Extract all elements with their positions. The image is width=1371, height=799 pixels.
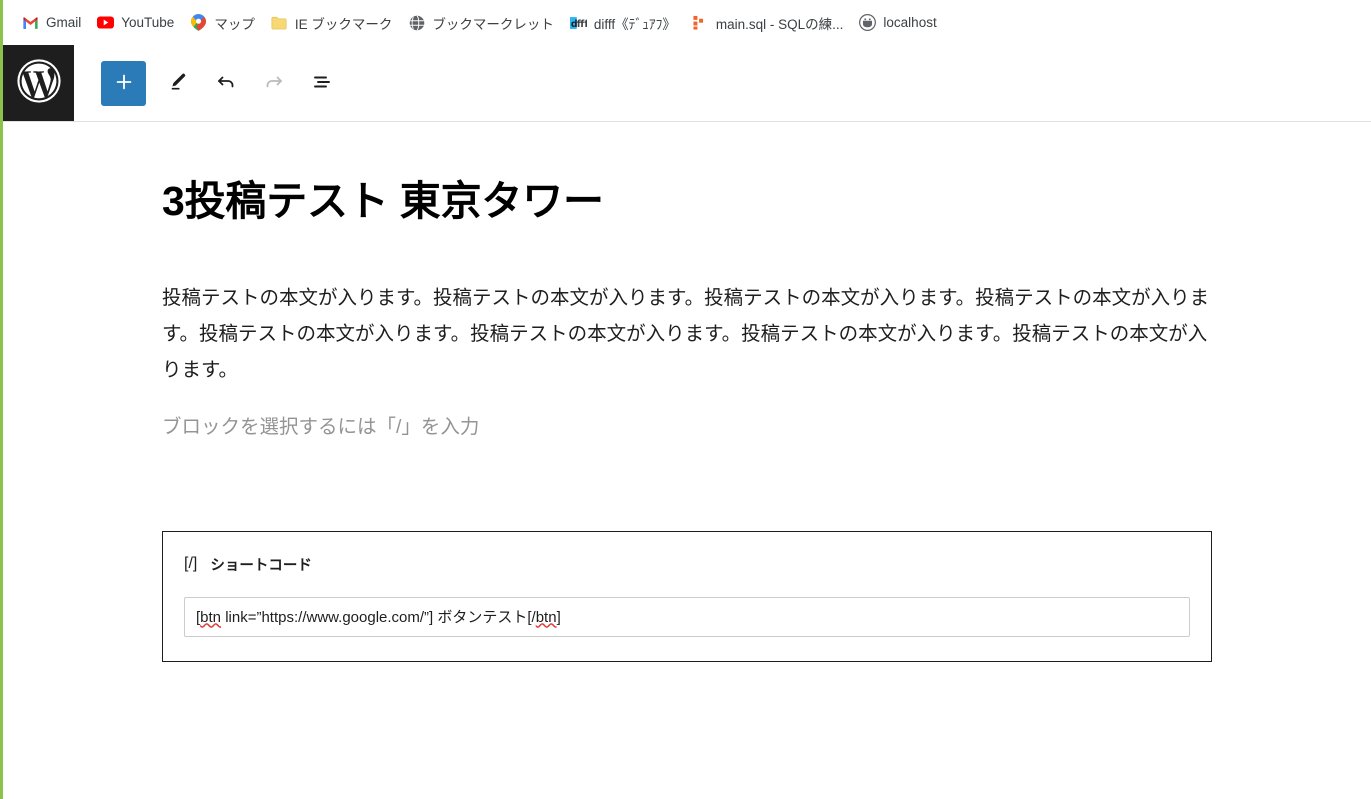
bookmark-label: ブックマークレット (432, 16, 554, 32)
bookmark-youtube[interactable]: YouTube (89, 10, 182, 35)
browser-left-edge-strip (0, 0, 3, 799)
wordpress-block-editor-window: Gmail YouTube マップ IE ブックマーク ブックマークレット d … (0, 0, 1371, 799)
globe-icon (408, 14, 425, 31)
bookmark-label: YouTube (121, 15, 175, 30)
empty-block-placeholder[interactable]: ブロックを選択するには「/」を入力 (162, 409, 1212, 445)
svg-text:ffff: ffff (577, 18, 587, 29)
shortcode-block-title: ショートコード (210, 557, 312, 574)
bookmark-label: IE ブックマーク (294, 16, 393, 32)
undo-icon (214, 70, 238, 97)
shortcode-value-middle: link=”https://www.google.com/”] ボタンテスト[/ (221, 608, 536, 626)
list-view-icon (310, 70, 334, 97)
post-title[interactable]: 3投稿テスト 東京タワー (162, 168, 1212, 235)
redo-button[interactable] (250, 59, 298, 107)
bookmark-bookmarklet[interactable]: ブックマークレット (400, 9, 562, 37)
bookmark-label: Gmail (46, 15, 82, 30)
editor-toolbar (74, 45, 346, 121)
bookmark-difff[interactable]: d ffff difff《ﾃﾞｭｱﾌ》 (562, 9, 684, 37)
bookmark-localhost[interactable]: localhost (851, 10, 944, 35)
shortcode-bracket-icon: [/] (184, 555, 198, 573)
add-block-button[interactable] (101, 60, 146, 106)
bookmark-gmail[interactable]: Gmail (14, 10, 89, 35)
plus-icon (113, 71, 135, 96)
list-view-button[interactable] (298, 59, 346, 107)
shortcode-value-tag-open: btn (200, 608, 222, 626)
wordpress-circle-icon (859, 14, 877, 31)
post-content-wrapper: 3投稿テスト 東京タワー 投稿テストの本文が入ります。投稿テストの本文が入ります… (162, 123, 1212, 662)
paragraph-block[interactable]: 投稿テストの本文が入ります。投稿テストの本文が入ります。投稿テストの本文が入りま… (162, 280, 1212, 388)
shortcode-input[interactable]: [btn link=”https://www.google.com/”] ボタン… (184, 596, 1190, 637)
bookmark-ie-folder[interactable]: IE ブックマーク (263, 9, 401, 37)
editor-top-bar (3, 45, 1371, 122)
bookmark-label: マップ (214, 16, 255, 32)
youtube-icon (97, 14, 115, 31)
bookmark-label: difff《ﾃﾞｭｱﾌ》 (593, 16, 676, 32)
wordpress-logo (15, 57, 63, 110)
edit-tool-button[interactable] (154, 59, 202, 107)
shortcode-block[interactable]: [/] ショートコード [btn link=”https://www.googl… (162, 530, 1212, 662)
shortcode-block-label: [/] ショートコード (184, 554, 1190, 575)
shortcode-value-suffix: ] (556, 608, 561, 626)
bookmark-maps[interactable]: マップ (182, 9, 263, 37)
bookmark-label: localhost (883, 15, 937, 30)
pencil-icon (167, 70, 190, 96)
google-maps-icon (190, 14, 207, 31)
editor-canvas: 3投稿テスト 東京タワー 投稿テストの本文が入ります。投稿テストの本文が入ります… (3, 123, 1371, 799)
folder-icon (271, 14, 288, 31)
bookmark-label: main.sql - SQLの練... (715, 16, 844, 32)
undo-button[interactable] (202, 59, 250, 107)
wordpress-logo-button[interactable] (3, 45, 74, 121)
bookmark-main-sql[interactable]: main.sql - SQLの練... (684, 9, 852, 37)
sql-squares-icon (692, 14, 709, 31)
difff-icon: d ffff (569, 14, 587, 31)
gmail-icon (22, 14, 39, 31)
browser-bookmarks-bar: Gmail YouTube マップ IE ブックマーク ブックマークレット d … (3, 0, 1371, 45)
redo-icon (262, 70, 286, 97)
shortcode-value-tag-close: btn (535, 608, 557, 626)
